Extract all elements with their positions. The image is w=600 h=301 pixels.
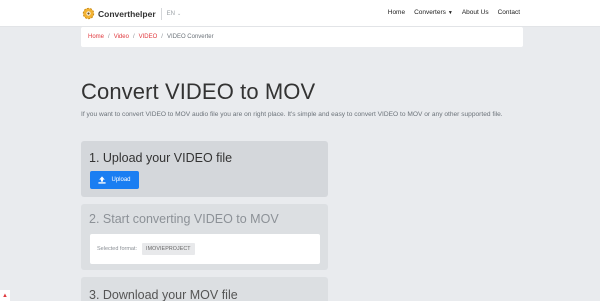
language-label: EN xyxy=(166,10,175,17)
main-nav: Home Converters ▼ About Us Contact xyxy=(379,9,520,16)
selected-format-box: Selected format: IMOVIEPROJECT xyxy=(90,234,320,264)
nav-converters[interactable]: Converters ▼ xyxy=(414,9,453,16)
gear-logo-icon xyxy=(82,7,95,20)
chevron-down-icon: ⌄ xyxy=(176,10,182,17)
breadcrumb-video-format[interactable]: VIDEO xyxy=(139,34,158,40)
download-step-title: 3. Download your MOV file xyxy=(89,288,238,301)
brand-name: Converthelper xyxy=(98,8,156,19)
convert-step-title: 2. Start converting VIDEO to MOV xyxy=(89,212,279,226)
nav-about[interactable]: About Us xyxy=(462,9,489,16)
upload-step-card: 1. Upload your VIDEO file Upload xyxy=(81,141,328,197)
brand[interactable]: Converthelper EN ⌄ xyxy=(82,5,181,22)
top-navbar: Converthelper EN ⌄ Home Converters ▼ Abo… xyxy=(0,0,600,27)
selected-format-badge: IMOVIEPROJECT xyxy=(142,243,195,255)
upload-button[interactable]: Upload xyxy=(90,171,139,189)
breadcrumb-separator: / xyxy=(161,34,163,40)
page-intro: If you want to convert VIDEO to MOV audi… xyxy=(81,111,503,118)
page-title: Convert VIDEO to MOV xyxy=(81,79,316,104)
nav-converters-label: Converters xyxy=(414,9,446,16)
upload-step-title: 1. Upload your VIDEO file xyxy=(89,151,233,165)
nav-contact[interactable]: Contact xyxy=(498,9,520,16)
brand-divider xyxy=(160,7,162,20)
language-selector[interactable]: EN ⌄ xyxy=(167,11,182,17)
nav-home[interactable]: Home xyxy=(388,9,405,16)
nav-home-label: Home xyxy=(387,9,406,16)
nav-contact-label: Contact xyxy=(497,9,520,16)
download-step-card: 3. Download your MOV file xyxy=(81,277,328,301)
breadcrumb-home[interactable]: Home xyxy=(88,34,104,40)
upload-button-label: Upload xyxy=(111,177,131,183)
breadcrumb-video[interactable]: Video xyxy=(114,34,129,40)
breadcrumb-current: VIDEO Converter xyxy=(166,34,214,40)
breadcrumb: Home / Video / VIDEO / VIDEO Converter xyxy=(81,27,523,47)
caret-down-icon: ▼ xyxy=(447,9,453,16)
upload-icon xyxy=(98,176,107,184)
selected-format-label: Selected format: xyxy=(97,246,138,252)
arrow-up-icon[interactable]: ▲ xyxy=(0,290,10,301)
nav-about-label: About Us xyxy=(461,9,489,16)
breadcrumb-separator: / xyxy=(132,34,135,40)
convert-step-card: 2. Start converting VIDEO to MOV Selecte… xyxy=(81,204,328,270)
breadcrumb-separator: / xyxy=(108,34,110,40)
